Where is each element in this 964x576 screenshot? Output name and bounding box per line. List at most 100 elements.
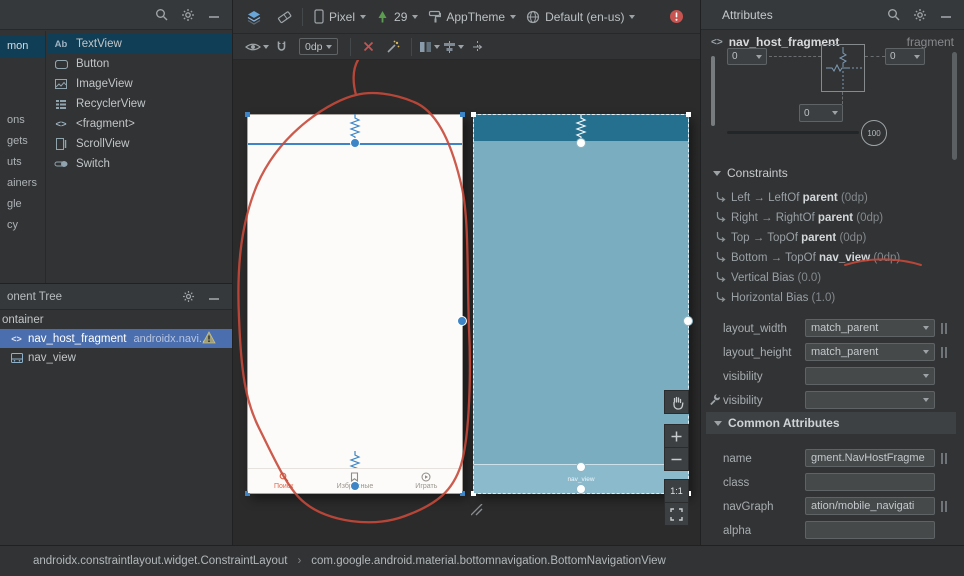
splitter-handle[interactable] — [711, 56, 715, 126]
navgraph-field[interactable]: ation/mobile_navigati — [805, 497, 935, 515]
infer-constraints-icon[interactable] — [381, 37, 405, 57]
constraint-row-left[interactable]: Left → LeftOf parent (0dp) — [715, 188, 956, 208]
palette-item-textview[interactable]: Ab TextView — [47, 34, 232, 54]
class-field[interactable] — [805, 473, 935, 491]
tree-item-container[interactable]: ontainer — [0, 310, 232, 329]
top-anchor[interactable] — [350, 138, 360, 148]
palette-category-containers[interactable]: ainers — [0, 173, 45, 194]
palette-item-scrollview[interactable]: ScrollView — [47, 134, 232, 154]
palette-item-imageview[interactable]: ImageView — [47, 74, 232, 94]
corner-handle[interactable] — [686, 112, 691, 117]
name-field[interactable]: gment.NavHostFragme — [805, 449, 935, 467]
palette-category-widgets[interactable]: gets — [0, 131, 45, 152]
autoconnect-magnet-icon[interactable] — [269, 37, 293, 57]
tree-item-nav-view[interactable]: nav_view — [0, 348, 232, 367]
gear-icon[interactable] — [913, 8, 927, 22]
right-anchor[interactable] — [683, 316, 693, 326]
gear-icon[interactable] — [181, 8, 195, 22]
visibility-selector[interactable] — [805, 367, 935, 385]
constraints-section-header[interactable]: Constraints — [713, 166, 788, 180]
play-icon — [421, 472, 431, 482]
bottom-anchor[interactable] — [576, 462, 586, 472]
theme-selector[interactable]: AppTheme — [423, 7, 521, 27]
gear-icon[interactable] — [182, 290, 195, 303]
design-view-phone[interactable]: Поиск Избранные Играть — [245, 112, 467, 496]
error-indicator-icon[interactable] — [664, 7, 688, 27]
constraint-row-bottom[interactable]: Bottom → TopOf nav_view (0dp) — [715, 248, 956, 268]
palette-category-google[interactable]: gle — [0, 194, 45, 215]
palette-item-switch[interactable]: Switch — [47, 154, 232, 174]
pan-button[interactable] — [664, 390, 689, 414]
bottom-nav-play: Играть — [391, 469, 462, 493]
minimize-icon[interactable] — [208, 291, 220, 303]
margin-left-selector[interactable]: 0 — [727, 48, 767, 65]
palette-header — [0, 0, 232, 30]
bias-badge[interactable]: 100 — [861, 120, 887, 146]
constraint-row-horizontal-bias[interactable]: Horizontal Bias (1.0) — [715, 288, 956, 308]
api-level-selector[interactable]: 29 — [371, 7, 423, 27]
constraint-widget-square[interactable] — [821, 44, 865, 92]
constraint-row-top[interactable]: Top → TopOf parent (0dp) — [715, 228, 956, 248]
divider — [410, 37, 412, 56]
top-anchor[interactable] — [576, 138, 586, 148]
breadcrumb-constraintlayout[interactable]: androidx.constraintlayout.widget.Constra… — [33, 555, 287, 567]
palette-item-button[interactable]: Button — [47, 54, 232, 74]
minimize-icon[interactable] — [208, 9, 220, 21]
palette-category-buttons[interactable]: ons — [0, 110, 45, 131]
margin-bottom-selector[interactable]: 0 — [799, 104, 843, 122]
locale-selector[interactable]: Default (en-us) — [521, 7, 640, 27]
align-icon[interactable] — [442, 37, 466, 57]
alpha-field[interactable] — [805, 521, 935, 539]
zoom-fit-button[interactable] — [664, 502, 689, 526]
scrollbar-thumb[interactable] — [952, 52, 957, 160]
pin-indicator[interactable] — [941, 321, 949, 335]
clear-constraints-icon[interactable] — [357, 37, 381, 57]
search-icon[interactable] — [155, 8, 168, 21]
margin-right-selector[interactable]: 0 — [885, 48, 925, 65]
palette-category-common[interactable]: mon — [0, 36, 45, 57]
bottom-anchor[interactable] — [350, 481, 360, 491]
design-surface[interactable]: Поиск Избранные Играть — [233, 60, 700, 545]
minimize-icon[interactable] — [940, 9, 952, 21]
resize-handle[interactable] — [471, 504, 483, 516]
design-editor: Pixel 29 AppTheme Default (en-us) 0dp По… — [233, 0, 700, 545]
common-attributes-header[interactable]: Common Attributes — [706, 412, 956, 434]
layout-width-selector[interactable]: match_parent — [805, 319, 935, 337]
textview-icon: Ab — [54, 38, 68, 50]
search-icon[interactable] — [887, 8, 900, 21]
pin-indicator[interactable] — [941, 499, 949, 513]
zoom-in-button[interactable] — [664, 424, 689, 448]
bias-slider[interactable] — [727, 131, 859, 134]
constraint-row-right[interactable]: Right → RightOf parent (0dp) — [715, 208, 956, 228]
blueprint-mode-icon[interactable] — [272, 7, 296, 27]
pin-indicator[interactable] — [941, 345, 949, 359]
nav-view-top-anchor[interactable] — [576, 484, 586, 494]
right-anchor[interactable] — [457, 316, 467, 326]
pack-icon[interactable] — [418, 37, 442, 57]
palette-item-recyclerview[interactable]: RecyclerView — [47, 94, 232, 114]
design-toolbar: Pixel 29 AppTheme Default (en-us) — [233, 0, 700, 34]
palette-category-legacy[interactable]: cy — [0, 215, 45, 236]
pin-indicator[interactable] — [941, 451, 949, 465]
zoom-out-button[interactable] — [664, 447, 689, 471]
breadcrumb-bottomnavigationview[interactable]: com.google.android.material.bottomnaviga… — [311, 555, 666, 567]
corner-handle[interactable] — [471, 112, 476, 117]
layout-height-selector[interactable]: match_parent — [805, 343, 935, 361]
blueprint-view-phone[interactable]: nav_view — [471, 112, 693, 496]
palette-item-fragment[interactable]: <> <fragment> — [47, 114, 232, 134]
tree-item-nav-host-fragment[interactable]: <> nav_host_fragment androidx.navi... — [0, 329, 232, 348]
palette-category-layouts[interactable]: uts — [0, 152, 45, 173]
palette-panel: mon ons gets uts ainers gle cy Ab TextVi… — [0, 0, 233, 284]
device-selector[interactable]: Pixel — [309, 6, 371, 27]
default-margin-selector[interactable]: 0dp — [299, 38, 338, 55]
guideline-icon[interactable] — [466, 37, 490, 57]
corner-handle[interactable] — [460, 112, 465, 117]
scroll-icon — [53, 138, 69, 150]
corner-handle[interactable] — [245, 112, 250, 117]
design-mode-icon[interactable] — [242, 7, 266, 27]
view-options-icon[interactable] — [245, 37, 269, 57]
zoom-actual-button[interactable]: 1:1 — [664, 479, 689, 503]
tools-visibility-selector[interactable] — [805, 391, 935, 409]
fragment-icon: <> — [11, 333, 22, 344]
constraint-row-vertical-bias[interactable]: Vertical Bias (0.0) — [715, 268, 956, 288]
